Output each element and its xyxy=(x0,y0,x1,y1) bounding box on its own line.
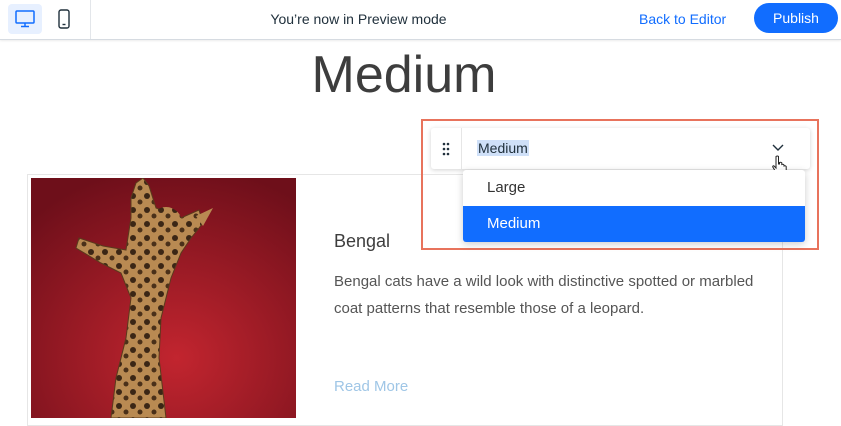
page-title: Medium xyxy=(311,46,497,104)
preview-mode-message: You’re now in Preview mode xyxy=(270,11,447,27)
dropdown-selected-value: Medium xyxy=(477,140,529,156)
bengal-cat-image xyxy=(31,178,296,418)
option-medium[interactable]: Medium xyxy=(463,206,805,242)
card-title: Bengal xyxy=(334,231,391,251)
chevron-down-icon[interactable] xyxy=(772,141,784,153)
option-large[interactable]: Large xyxy=(463,170,805,206)
card-description: Bengal cats have a wild look with distin… xyxy=(334,273,754,317)
read-more-link[interactable]: Read More xyxy=(334,378,408,395)
publish-button[interactable]: Publish xyxy=(754,3,838,33)
back-to-editor-link[interactable]: Back to Editor xyxy=(639,11,726,27)
drag-handle-icon xyxy=(442,142,450,155)
drag-handle[interactable] xyxy=(431,128,462,169)
preview-topbar: You’re now in Preview mode Back to Edito… xyxy=(0,0,841,40)
dropdown-select[interactable]: Medium xyxy=(431,128,810,169)
dropdown-options-list: Large Medium xyxy=(463,170,805,242)
